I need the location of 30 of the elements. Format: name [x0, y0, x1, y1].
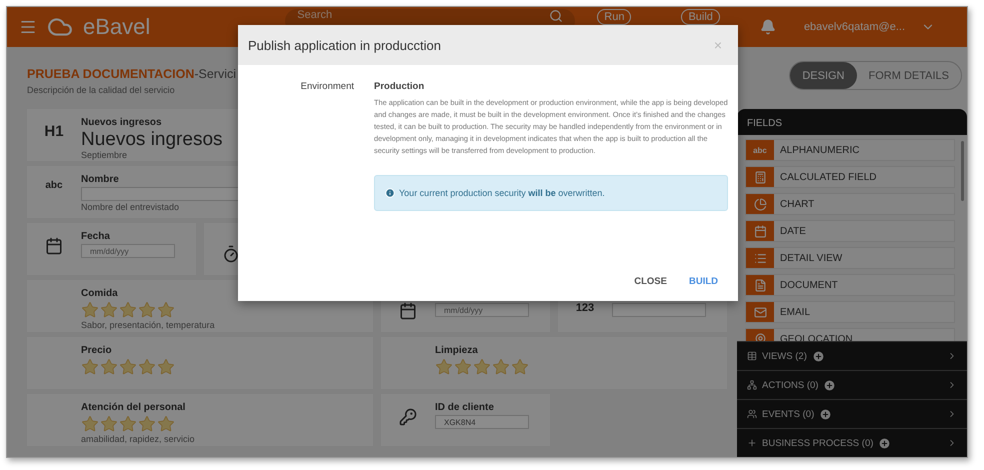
environment-label: Environment	[300, 81, 355, 94]
field-hint: amabilidad, rapidez, servicio	[81, 434, 195, 445]
field-label: Limpieza	[435, 345, 478, 357]
environment-value: Production	[374, 81, 426, 92]
field-label: ID de cliente	[435, 402, 494, 414]
heading-icon: H1	[44, 123, 64, 140]
section-label: EVENTS (0)	[762, 408, 814, 420]
field-label: Nuevos ingresos	[81, 117, 162, 129]
field-label: Atención del personal	[81, 402, 186, 414]
form-title: PRUEBA DOCUMENTACION-Servici	[27, 67, 236, 81]
field-label: Precio	[81, 345, 112, 357]
field-label: Nombre	[81, 174, 119, 186]
field-label: Fecha	[81, 231, 110, 243]
section-label: VIEWS (2)	[762, 350, 807, 362]
panel-title: FIELDS	[746, 117, 784, 131]
number-icon: 123	[576, 302, 594, 314]
section-label: BUSINESS PROCESS (0)	[762, 438, 874, 448]
user-email: ebavelv6qatam@e...	[804, 21, 905, 33]
heading-text: Nuevos ingresos	[81, 130, 223, 149]
notice-text: Your current production security will be overwritten.	[399, 188, 605, 198]
field-label: Comida	[81, 288, 118, 300]
section-label: ACTIONS (0)	[762, 380, 818, 390]
field-hint: Nombre del entrevistado	[81, 202, 180, 213]
field-hint: Sabor, presentación, temperatura	[81, 320, 215, 331]
field-hint: Septiembre	[81, 150, 128, 161]
text-field-icon: abc	[45, 180, 63, 191]
text-field-icon: abc	[753, 146, 767, 154]
form-description: Descripción de la calidad del servicio	[27, 85, 175, 95]
brand-name: eBavel	[83, 14, 150, 40]
dialog-title: Publish application in producction	[248, 38, 441, 52]
